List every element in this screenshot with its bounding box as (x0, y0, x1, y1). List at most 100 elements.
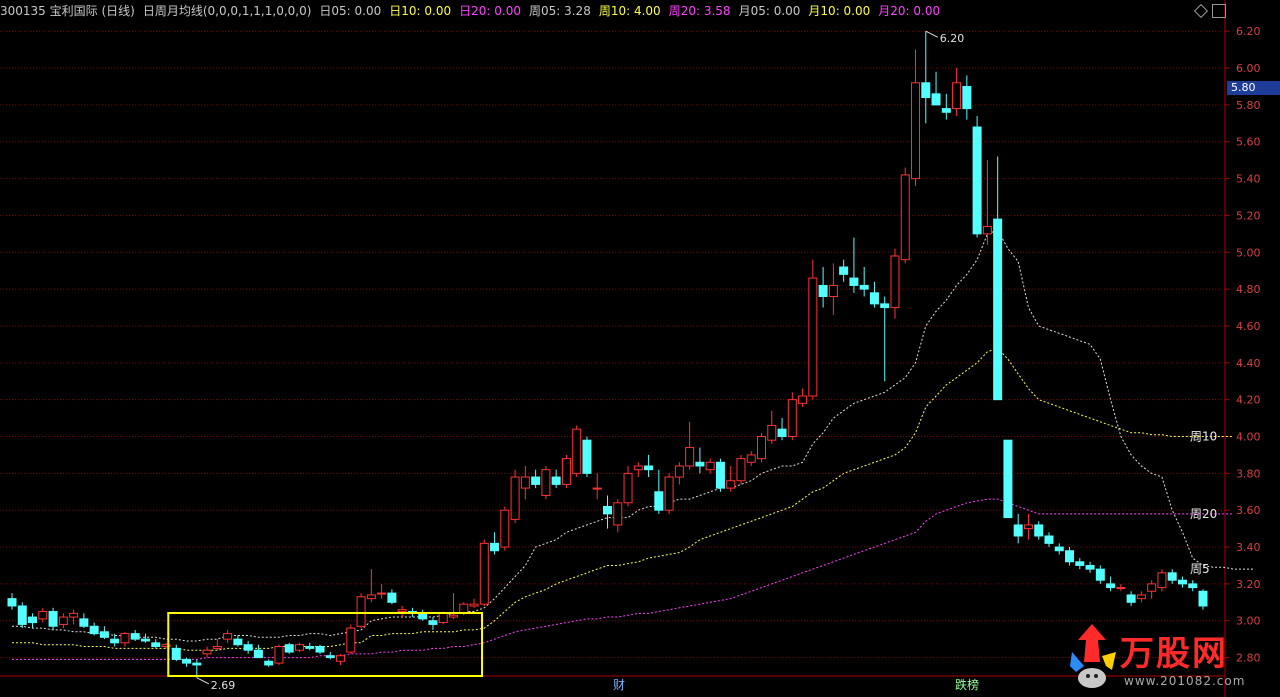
candle-69[interactable] (715, 458, 725, 492)
candle-46[interactable] (479, 539, 489, 606)
candle-64[interactable] (664, 473, 674, 514)
candle-110[interactable] (1136, 591, 1146, 603)
candle-59[interactable] (613, 499, 623, 533)
candle-43[interactable] (448, 593, 458, 619)
candle-4[interactable] (48, 607, 58, 630)
candle-89[interactable] (921, 31, 931, 124)
candle-20[interactable] (212, 639, 222, 651)
candle-49[interactable] (510, 469, 520, 524)
candle-106[interactable] (1095, 565, 1105, 584)
candle-86[interactable] (890, 248, 900, 319)
window-box-icon[interactable] (1212, 4, 1226, 18)
candle-54[interactable] (561, 454, 571, 489)
candle-88[interactable] (911, 49, 921, 186)
candle-66[interactable] (685, 421, 695, 470)
candle-71[interactable] (736, 454, 746, 485)
candle-82[interactable] (849, 237, 859, 293)
candle-102[interactable] (1054, 543, 1064, 555)
candle-87[interactable] (900, 167, 910, 264)
candle-41[interactable] (428, 617, 438, 630)
candle-74[interactable] (767, 410, 777, 444)
candle-22[interactable] (233, 635, 243, 647)
candle-40[interactable] (418, 609, 428, 621)
candle-28[interactable] (294, 642, 304, 653)
candle-58[interactable] (603, 495, 612, 529)
candle-99[interactable] (1023, 513, 1033, 540)
candle-31[interactable] (325, 652, 335, 660)
candle-25[interactable] (264, 659, 274, 667)
candle-63[interactable] (654, 469, 664, 514)
candle-26[interactable] (274, 644, 284, 665)
candle-77[interactable] (798, 388, 808, 408)
candle-107[interactable] (1106, 576, 1116, 592)
candle-35[interactable] (366, 569, 376, 603)
candle-21[interactable] (223, 629, 233, 643)
candle-75[interactable] (777, 418, 787, 441)
candle-50[interactable] (520, 465, 530, 500)
candle-103[interactable] (1065, 547, 1075, 566)
candle-16[interactable] (171, 644, 181, 662)
candle-11[interactable] (120, 631, 130, 647)
candle-101[interactable] (1044, 532, 1054, 548)
candle-85[interactable] (880, 296, 890, 382)
candle-61[interactable] (633, 462, 643, 478)
candle-12[interactable] (130, 629, 140, 641)
candle-14[interactable] (151, 639, 161, 649)
candle-34[interactable] (356, 593, 366, 629)
candle-13[interactable] (140, 633, 150, 643)
candle-45[interactable] (469, 598, 479, 608)
candle-100[interactable] (1034, 521, 1044, 540)
candle-51[interactable] (531, 469, 541, 489)
candle-32[interactable] (336, 653, 346, 665)
candle-17[interactable] (182, 657, 192, 667)
candle-96[interactable] (993, 156, 1003, 401)
candle-27[interactable] (284, 642, 294, 654)
candle-95[interactable] (982, 160, 992, 245)
candle-2[interactable] (28, 613, 38, 629)
candle-73[interactable] (757, 432, 767, 463)
candle-116[interactable] (1198, 589, 1208, 610)
candle-5[interactable] (58, 613, 68, 629)
candle-7[interactable] (79, 613, 89, 629)
candle-84[interactable] (869, 281, 879, 308)
candle-1[interactable] (17, 602, 27, 629)
candle-111[interactable] (1147, 580, 1157, 599)
candle-105[interactable] (1085, 561, 1095, 573)
candle-109[interactable] (1126, 591, 1136, 606)
candle-38[interactable] (397, 605, 407, 618)
candle-83[interactable] (859, 267, 869, 297)
candle-90[interactable] (931, 71, 941, 106)
candle-53[interactable] (551, 469, 561, 489)
candle-78[interactable] (808, 259, 818, 400)
candle-112[interactable] (1157, 569, 1167, 592)
candle-47[interactable] (490, 532, 500, 555)
candle-94[interactable] (972, 115, 982, 238)
candle-76[interactable] (787, 392, 797, 441)
candle-57[interactable] (592, 473, 602, 500)
candle-91[interactable] (941, 93, 951, 120)
candle-115[interactable] (1188, 580, 1198, 592)
candle-9[interactable] (99, 626, 109, 640)
candle-23[interactable] (243, 640, 253, 654)
candle-55[interactable] (572, 425, 582, 478)
candle-80[interactable] (828, 263, 838, 315)
candle-52[interactable] (541, 465, 551, 500)
candle-92[interactable] (952, 68, 962, 116)
candle-56[interactable] (582, 436, 592, 478)
candle-8[interactable] (89, 622, 99, 636)
candle-67[interactable] (695, 447, 705, 474)
candle-81[interactable] (839, 259, 849, 282)
candle-68[interactable] (705, 458, 715, 474)
candle-60[interactable] (623, 465, 633, 507)
candle-70[interactable] (726, 465, 736, 492)
candle-97[interactable] (1003, 439, 1013, 519)
candle-36[interactable] (377, 583, 387, 599)
candle-30[interactable] (315, 644, 325, 654)
candle-93[interactable] (962, 75, 972, 120)
candle-37[interactable] (387, 589, 397, 605)
candle-10[interactable] (110, 633, 120, 647)
candle-48[interactable] (500, 506, 510, 551)
candle-0[interactable] (7, 593, 17, 610)
candle-104[interactable] (1075, 558, 1085, 570)
candle-29[interactable] (305, 642, 315, 651)
